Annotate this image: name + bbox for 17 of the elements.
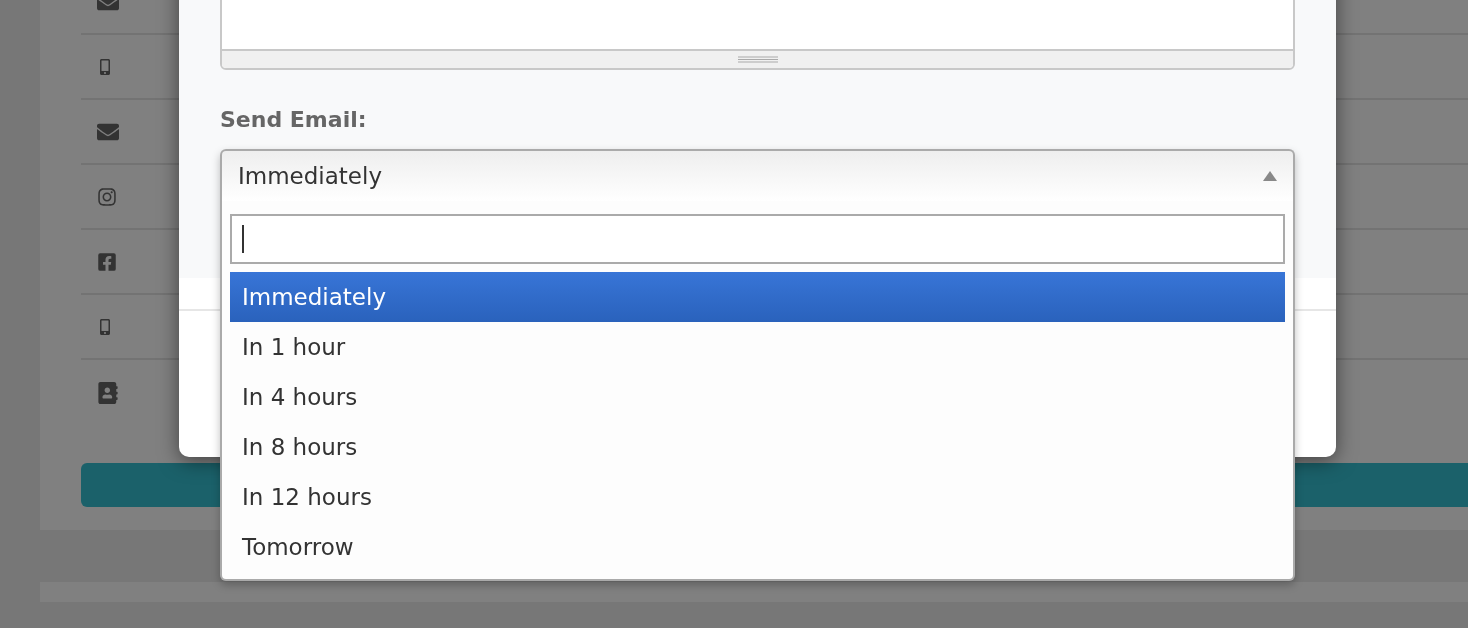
dropdown-option[interactable]: Tomorrow	[230, 522, 1285, 572]
search-field[interactable]	[230, 214, 1285, 264]
select-value: Immediately	[238, 161, 382, 191]
phone-icon	[97, 58, 113, 75]
phone-icon	[97, 318, 113, 335]
camera-icon	[97, 186, 117, 207]
text-cursor	[242, 225, 244, 253]
dropdown-option[interactable]: In 8 hours	[230, 422, 1285, 472]
dropdown-option[interactable]: In 12 hours	[230, 472, 1285, 522]
letter-f-icon	[97, 251, 117, 272]
field-label: Send Email:	[220, 106, 368, 134]
contact-book-icon	[97, 381, 119, 404]
dropdown-option[interactable]: Immediately	[230, 272, 1285, 322]
dropdown-option[interactable]: In 4 hours	[230, 372, 1285, 422]
dropdown-option[interactable]: In 1 hour	[230, 322, 1285, 372]
send-email-select[interactable]: Immediately	[220, 149, 1295, 201]
resize-handle-icon[interactable]	[737, 56, 778, 63]
